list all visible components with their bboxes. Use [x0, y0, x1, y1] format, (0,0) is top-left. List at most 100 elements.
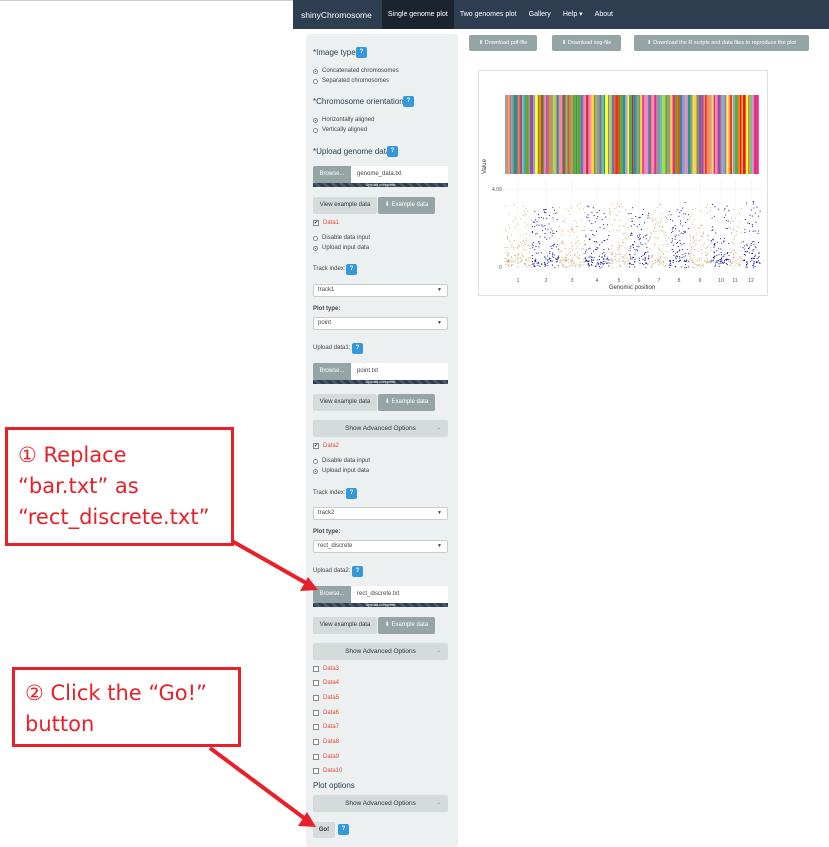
data-point	[578, 208, 580, 210]
data1-disable-radio[interactable]: Disable data input	[313, 235, 370, 241]
radio-vertical[interactable]: Vertically aligned	[313, 127, 367, 133]
data-point	[700, 211, 702, 213]
data-point	[582, 248, 584, 250]
data1-upload-radio[interactable]: Upload input data	[313, 245, 369, 251]
upload-genome-help-icon[interactable]: ?	[387, 146, 398, 157]
example-data-button[interactable]: ⬇ Example data	[378, 197, 435, 214]
advanced-options-plot[interactable]: Show Advanced Options ⌄	[313, 795, 448, 812]
track-index-select-2[interactable]: track2 ▼	[313, 507, 448, 520]
data-point	[516, 262, 519, 264]
data-point	[746, 266, 748, 268]
data-point	[682, 233, 684, 235]
download-pdf-button[interactable]: ⬇ Download pdf-file	[469, 35, 537, 51]
data-point	[688, 214, 690, 216]
data1-checkbox[interactable]: ✔ Data1	[313, 220, 339, 226]
data-point	[588, 238, 590, 240]
radio-horizontal[interactable]: Horizontally aligned	[313, 117, 374, 123]
data-point	[654, 259, 656, 261]
data-point	[647, 251, 649, 253]
view-example-button[interactable]: View example data	[313, 197, 377, 214]
track-index-select-1[interactable]: track1 ▼	[313, 284, 448, 297]
data5-checkbox[interactable]: Data5	[313, 695, 339, 701]
genome-browse-button[interactable]: Browse...	[313, 166, 351, 183]
data3-checkbox[interactable]: Data3	[313, 666, 339, 672]
data-point	[556, 261, 558, 263]
data-point	[650, 237, 652, 239]
data10-checkbox[interactable]: Data10	[313, 768, 342, 774]
data6-checkbox[interactable]: Data6	[313, 710, 339, 716]
tab-single-genome-plot[interactable]: Single genome plot	[381, 0, 454, 29]
data-point	[752, 203, 754, 205]
data-point	[611, 259, 613, 261]
go-button[interactable]: Go!	[313, 822, 335, 838]
data-point	[574, 264, 576, 266]
data-point	[662, 262, 665, 264]
annotation-step1-line3: “rect_discrete.txt”	[18, 505, 210, 529]
data-point	[649, 257, 651, 259]
plot-type-select-2[interactable]: rect_discrete ▼	[313, 540, 448, 553]
data7-checkbox[interactable]: Data7	[313, 724, 339, 730]
data2-disable-radio[interactable]: Disable data input	[313, 458, 370, 464]
rect-discrete-segment	[543, 95, 545, 174]
example-data-button[interactable]: ⬇ Example data	[378, 394, 435, 411]
data-point	[727, 259, 729, 261]
radio-separated[interactable]: Separated chromosomes	[313, 78, 389, 84]
data-point	[754, 246, 756, 248]
upload-data1-help-icon[interactable]: ?	[352, 343, 363, 354]
view-example-button[interactable]: View example data	[313, 394, 377, 411]
data-point	[515, 226, 517, 228]
plot-type-select-1[interactable]: point ▼	[313, 317, 448, 330]
download-scripts-button[interactable]: ⬇ Download the R scripts and data files …	[634, 35, 809, 51]
data-point	[539, 243, 541, 245]
data4-checkbox[interactable]: Data4	[313, 680, 339, 686]
data-point	[746, 251, 748, 253]
chevron-down-icon: ⌄	[436, 800, 441, 806]
data-point	[728, 209, 730, 211]
app-brand[interactable]: shinyChromosome	[293, 10, 382, 20]
data-point	[678, 261, 680, 263]
advanced-options-data1[interactable]: Show Advanced Options ⌄	[313, 420, 448, 437]
download-svg-button[interactable]: ⬇ Download svg-file	[552, 35, 621, 51]
data-point	[634, 249, 636, 251]
track-index-help-icon[interactable]: ?	[346, 488, 357, 499]
data-point	[602, 261, 604, 263]
data2-upload-radio[interactable]: Upload input data	[313, 468, 369, 474]
data1-browse-button[interactable]: Browse...	[313, 363, 351, 380]
data-point	[548, 257, 551, 259]
data-point	[631, 263, 633, 266]
rect-discrete-segment	[640, 95, 643, 174]
upload-data2-help-icon[interactable]: ?	[352, 566, 363, 577]
data-point	[725, 214, 727, 216]
data-point	[612, 203, 614, 205]
data8-checkbox[interactable]: Data8	[313, 739, 339, 745]
tab-two-genomes-plot[interactable]: Two genomes plot	[454, 0, 523, 29]
example-data-button[interactable]: ⬇ Example data	[378, 617, 435, 634]
data-point	[740, 250, 742, 252]
data-point	[652, 230, 655, 232]
data-point	[536, 224, 538, 226]
checkbox-empty-icon	[313, 680, 319, 686]
data2-checkbox[interactable]: ✔ Data2	[313, 443, 339, 449]
advanced-options-data2[interactable]: Show Advanced Options ⌄	[313, 643, 448, 660]
orientation-help-icon[interactable]: ?	[403, 96, 414, 107]
data2-browse-button[interactable]: Browse...	[313, 586, 351, 603]
tab-about[interactable]: About	[589, 0, 619, 29]
go-help-icon[interactable]: ?	[338, 824, 349, 835]
data-point	[545, 228, 547, 230]
view-example-button[interactable]: View example data	[313, 617, 377, 634]
tab-help[interactable]: Help ▾	[557, 0, 589, 29]
data-point	[523, 245, 525, 247]
x-tick-label: 4	[596, 278, 599, 284]
data-point	[504, 257, 506, 260]
image-type-help-icon[interactable]: ?	[356, 47, 367, 58]
rect-discrete-segment	[552, 95, 556, 174]
radio-concatenated[interactable]: Concatenated chromosomes	[313, 68, 399, 74]
data-point	[646, 234, 648, 236]
data-point	[569, 251, 571, 253]
tab-gallery[interactable]: Gallery	[523, 0, 557, 29]
data-point	[553, 245, 555, 247]
track-index-help-icon[interactable]: ?	[346, 264, 357, 275]
data9-checkbox[interactable]: Data9	[313, 754, 339, 760]
data-point	[608, 248, 610, 250]
data-point	[755, 221, 757, 223]
